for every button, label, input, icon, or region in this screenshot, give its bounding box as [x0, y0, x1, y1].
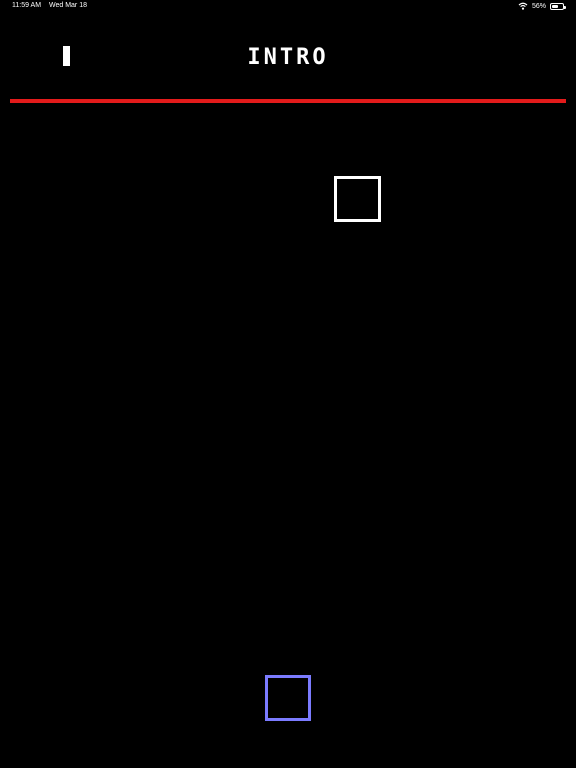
wifi-icon — [518, 2, 528, 10]
status-indicators: 56% — [518, 2, 566, 10]
player-square[interactable] — [265, 675, 311, 721]
status-time: 11:59 AM — [12, 2, 42, 9]
boundary-line — [10, 99, 566, 103]
battery-percent: 56% — [531, 2, 546, 10]
battery-fill — [552, 4, 558, 8]
battery-tip — [564, 5, 566, 9]
level-title: INTRO — [247, 45, 329, 70]
target-square — [334, 176, 381, 222]
status-date: Wed Mar 18 — [49, 2, 87, 9]
status-bar: 11:59 AM Wed Mar 18 56% — [0, 0, 576, 14]
battery-icon — [550, 2, 566, 10]
